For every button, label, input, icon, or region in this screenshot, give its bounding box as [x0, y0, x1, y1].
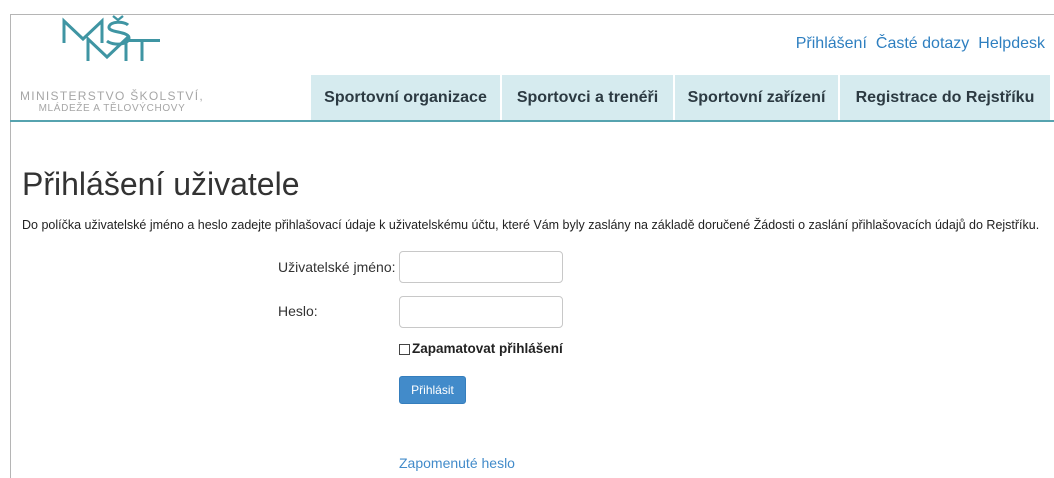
msmt-logo-icon — [62, 15, 160, 61]
username-label: Uživatelské jméno: — [278, 259, 396, 275]
password-label: Heslo: — [278, 303, 318, 319]
forgot-password-link[interactable]: Zapomenuté heslo — [399, 455, 515, 471]
nav-tab-sport-organizations[interactable]: Sportovní organizace — [311, 75, 500, 120]
nav-tab-athletes-coaches[interactable]: Sportovci a trenéři — [502, 75, 673, 120]
nav-divider — [10, 120, 1054, 122]
top-links: Přihlášení Časté dotazy Helpdesk — [796, 35, 1045, 53]
page-title: Přihlášení uživatele — [22, 166, 300, 202]
remember-label[interactable]: Zapamatovat přihlášení — [412, 341, 563, 357]
main-nav: Sportovní organizace Sportovci a trenéři… — [311, 75, 1050, 120]
password-input[interactable] — [399, 296, 563, 328]
username-input[interactable] — [399, 251, 563, 283]
helpdesk-link[interactable]: Helpdesk — [978, 35, 1045, 53]
nav-tab-registry-registration[interactable]: Registrace do Rejstříku — [840, 75, 1050, 120]
ministry-name: MINISTERSTVO ŠKOLSTVÍ, MLÁDEŽE A TĚLOVÝC… — [12, 89, 212, 115]
nav-tab-sport-facilities[interactable]: Sportovní zařízení — [675, 75, 838, 120]
faq-link[interactable]: Časté dotazy — [876, 35, 969, 53]
login-link[interactable]: Přihlášení — [796, 35, 867, 53]
remember-checkbox[interactable] — [399, 343, 410, 355]
remember-row: Zapamatovat přihlášení — [399, 341, 563, 357]
ministry-logo[interactable] — [60, 15, 162, 63]
ministry-name-line2: MLÁDEŽE A TĚLOVÝCHOVY — [38, 103, 186, 114]
login-button[interactable]: Přihlásit — [399, 376, 466, 404]
intro-text: Do políčka uživatelské jméno a heslo zad… — [22, 218, 1040, 232]
ministry-name-line1: MINISTERSTVO ŠKOLSTVÍ, — [20, 89, 204, 103]
